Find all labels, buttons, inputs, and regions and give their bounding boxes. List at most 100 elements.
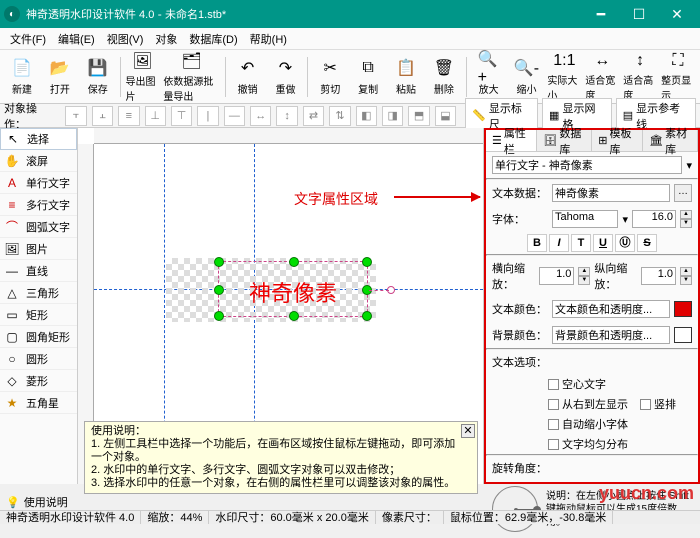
select-icon: ↖	[5, 132, 21, 146]
tool-image[interactable]: 🖼图片	[0, 238, 77, 260]
font-size-stepper[interactable]: ▲▼	[680, 210, 692, 228]
bold-button[interactable]: B	[527, 234, 547, 252]
tb-fit-height[interactable]: ↕适合高度	[622, 53, 658, 101]
tool-arc-text[interactable]: ⌒圆弧文字	[0, 216, 77, 238]
watermark-text[interactable]: 神奇像素	[219, 262, 367, 308]
bg-color-swatch[interactable]	[674, 327, 692, 343]
tb-copy[interactable]: ⧉复制	[350, 53, 386, 101]
help-close-button[interactable]: ✕	[461, 424, 475, 438]
minimize-button[interactable]: ━	[582, 0, 620, 28]
align-btn[interactable]: ⬓	[435, 106, 456, 126]
tool-star[interactable]: ★五角星	[0, 392, 77, 414]
tb-delete[interactable]: 🗑删除	[426, 53, 462, 101]
tb-open[interactable]: 📂打开	[42, 53, 78, 101]
align-btn[interactable]: ⊤	[171, 106, 192, 126]
tb-new[interactable]: 📄新建	[4, 53, 40, 101]
resize-handle[interactable]	[289, 257, 299, 267]
style-t-button[interactable]: T	[571, 234, 591, 252]
chevron-down-icon[interactable]: ▾	[622, 213, 628, 226]
resize-handle[interactable]	[289, 311, 299, 321]
align-btn[interactable]: ◧	[356, 106, 377, 126]
chevron-down-icon[interactable]: ▾	[686, 159, 692, 172]
hscale-input[interactable]: 1.0	[539, 267, 574, 285]
resize-handle[interactable]	[214, 311, 224, 321]
tb-export-image[interactable]: 🖼导出图片	[124, 53, 160, 101]
align-btn[interactable]: ⫠	[92, 106, 113, 126]
resize-handle[interactable]	[362, 311, 372, 321]
opt-autoshrink[interactable]: 自动缩小字体	[548, 416, 628, 432]
align-btn[interactable]: ⇄	[303, 106, 324, 126]
align-btn[interactable]: ⇅	[329, 106, 350, 126]
tb-paste[interactable]: 📋粘贴	[388, 53, 424, 101]
opt-rtl[interactable]: 从右到左显示	[548, 396, 628, 412]
menu-object[interactable]: 对象	[149, 31, 183, 47]
watermark-area[interactable]: 神奇像素	[166, 258, 376, 322]
opt-justify[interactable]: 文字均匀分布	[548, 436, 628, 452]
tb-zoom-in[interactable]: 🔍+放大	[471, 53, 507, 101]
menu-database[interactable]: 数据库(D)	[183, 31, 243, 47]
tool-multi-text[interactable]: ≡多行文字	[0, 194, 77, 216]
rotate-dial[interactable]	[492, 486, 538, 532]
tab-properties[interactable]: ☰属性栏	[486, 130, 537, 151]
menu-help[interactable]: 帮助(H)	[244, 31, 293, 47]
tb-fit-width[interactable]: ↔适合宽度	[584, 53, 620, 101]
opt-vertical[interactable]: 竖排	[640, 396, 676, 412]
tool-select[interactable]: ↖选择	[0, 128, 77, 150]
tb-redo[interactable]: ↷重做	[268, 53, 304, 101]
tab-templates[interactable]: ⊞模板库	[592, 130, 643, 151]
tool-pan[interactable]: ✋滚屏	[0, 150, 77, 172]
close-button[interactable]: ✕	[658, 0, 696, 28]
maximize-button[interactable]: ☐	[620, 0, 658, 28]
align-btn[interactable]: —	[224, 106, 245, 126]
tool-triangle[interactable]: △三角形	[0, 282, 77, 304]
tool-diamond[interactable]: ◇菱形	[0, 370, 77, 392]
vscale-input[interactable]: 1.0	[641, 267, 676, 285]
tab-assets[interactable]: 🏛素材库	[643, 130, 698, 151]
align-btn[interactable]: ↔	[250, 106, 271, 126]
tb-zoom-out[interactable]: 🔍-缩小	[509, 53, 545, 101]
bg-color-mode[interactable]: 背景颜色和透明度...	[552, 326, 670, 344]
align-btn[interactable]: |	[197, 106, 218, 126]
align-btn[interactable]: ⬒	[408, 106, 429, 126]
menu-file[interactable]: 文件(F)	[4, 31, 52, 47]
tool-circle[interactable]: ○圆形	[0, 348, 77, 370]
text-data-input[interactable]: 神奇像素	[552, 184, 670, 202]
resize-handle[interactable]	[362, 257, 372, 267]
align-btn[interactable]: ⫟	[65, 106, 86, 126]
tb-cut[interactable]: ✂剪切	[312, 53, 348, 101]
footer-help[interactable]: 💡 使用说明	[0, 494, 74, 510]
tool-line[interactable]: —直线	[0, 260, 77, 282]
text-data-more[interactable]: …	[674, 184, 692, 202]
opt-hollow[interactable]: 空心文字	[548, 376, 606, 392]
italic-button[interactable]: I	[549, 234, 569, 252]
tool-rect[interactable]: ▭矩形	[0, 304, 77, 326]
tab-database[interactable]: 🗄数据库	[537, 130, 592, 151]
menu-edit[interactable]: 编辑(E)	[52, 31, 101, 47]
resize-handle[interactable]	[214, 285, 224, 295]
tool-single-text[interactable]: A单行文字	[0, 172, 77, 194]
underline-button[interactable]: U	[593, 234, 613, 252]
tb-actual-size[interactable]: 1:1实际大小	[546, 53, 582, 101]
tb-undo[interactable]: ↶撤销	[230, 53, 266, 101]
menu-view[interactable]: 视图(V)	[101, 31, 150, 47]
style-u2-button[interactable]: Ⓤ	[615, 234, 635, 252]
align-btn[interactable]: ≡	[118, 106, 139, 126]
tb-save[interactable]: 💾保存	[80, 53, 116, 101]
resize-handle[interactable]	[214, 257, 224, 267]
tool-roundrect[interactable]: ▢圆角矩形	[0, 326, 77, 348]
strike-button[interactable]: S	[637, 234, 657, 252]
font-size-input[interactable]: 16.0	[632, 210, 676, 228]
text-color-swatch[interactable]	[674, 301, 692, 317]
selection-box[interactable]: 神奇像素	[218, 261, 368, 317]
hscale-stepper[interactable]: ▲▼	[578, 267, 590, 285]
align-btn[interactable]: ⊥	[145, 106, 166, 126]
align-btn[interactable]: ↕	[276, 106, 297, 126]
font-select[interactable]: Tahoma	[552, 210, 618, 228]
annotation-arrow	[394, 196, 480, 198]
object-type-select[interactable]: 单行文字 - 神奇像素	[492, 156, 682, 174]
tb-batch-export[interactable]: 🗂依数据源批量导出	[162, 53, 220, 101]
align-btn[interactable]: ◨	[382, 106, 403, 126]
tb-fit-page[interactable]: ⛶整页显示	[660, 53, 696, 101]
text-color-mode[interactable]: 文本颜色和透明度...	[552, 300, 670, 318]
vscale-stepper[interactable]: ▲▼	[680, 267, 692, 285]
